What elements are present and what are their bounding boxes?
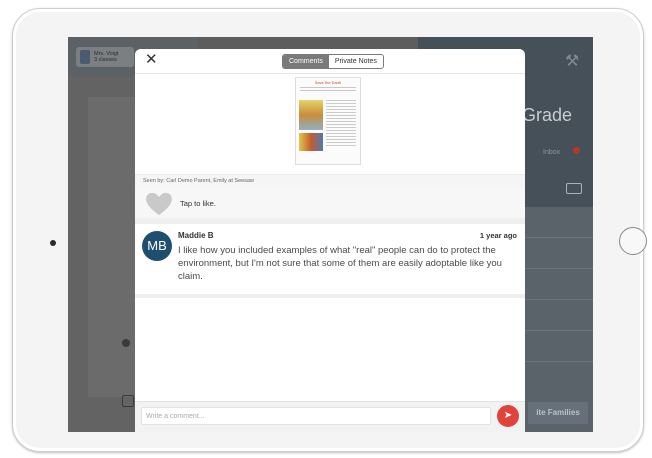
document-image [299, 100, 323, 130]
document-thumbnail[interactable]: Save the Earth [295, 77, 361, 165]
grade-label: Grade [522, 105, 573, 125]
comments-modal: ✕ Comments Private Notes Save the Earth … [135, 49, 525, 432]
comment-item: MB Maddie B 1 year ago I like how you in… [135, 224, 525, 298]
class-avatar-icon [80, 50, 90, 64]
tab-comments[interactable]: Comments [283, 55, 329, 68]
comment-input[interactable]: Write a comment... [141, 407, 491, 425]
background-square-icon [122, 395, 134, 407]
app-screen: Mrs. Voigt 3 classes ⚒ Grade ls Inbox [68, 37, 593, 432]
tab-switcher: Comments Private Notes [282, 54, 384, 69]
post-preview[interactable]: Save the Earth [135, 74, 525, 175]
home-button[interactable] [619, 227, 647, 255]
inbox-badge [573, 147, 580, 154]
modal-header: ✕ Comments Private Notes [135, 49, 525, 74]
heart-icon[interactable] [143, 192, 175, 216]
comment-composer: Write a comment... ➤ [135, 401, 525, 432]
comments-empty-space [135, 298, 525, 416]
document-chart-image [299, 133, 323, 151]
folder-icon[interactable] [566, 183, 582, 194]
background-bullet-icon [122, 339, 130, 347]
class-count: 3 classes [94, 57, 117, 63]
background-nav: ls Inbox [520, 149, 576, 156]
comment-timestamp: 1 year ago [479, 231, 517, 240]
close-icon[interactable]: ✕ [145, 52, 158, 68]
seen-by-text: Seen by: Carl Demo Parent, Emily at Sees… [135, 175, 525, 188]
document-title: Save the Earth [314, 80, 342, 85]
like-row[interactable]: Tap to like. [135, 188, 525, 224]
camera-dot [50, 240, 56, 246]
comment-author: Maddie B [178, 231, 214, 240]
invite-families-button[interactable]: ite Families [528, 402, 588, 424]
avatar: MB [142, 231, 172, 261]
class-switcher[interactable]: Mrs. Voigt 3 classes [76, 47, 134, 67]
send-icon[interactable]: ➤ [497, 405, 519, 427]
wrench-icon[interactable]: ⚒ [565, 51, 579, 71]
tab-private-notes[interactable]: Private Notes [328, 55, 383, 68]
document-text-block [326, 100, 356, 148]
comment-text: I like how you included examples of what… [178, 245, 502, 282]
nav-item-inbox[interactable]: Inbox [543, 149, 560, 156]
like-prompt[interactable]: Tap to like. [180, 199, 216, 208]
